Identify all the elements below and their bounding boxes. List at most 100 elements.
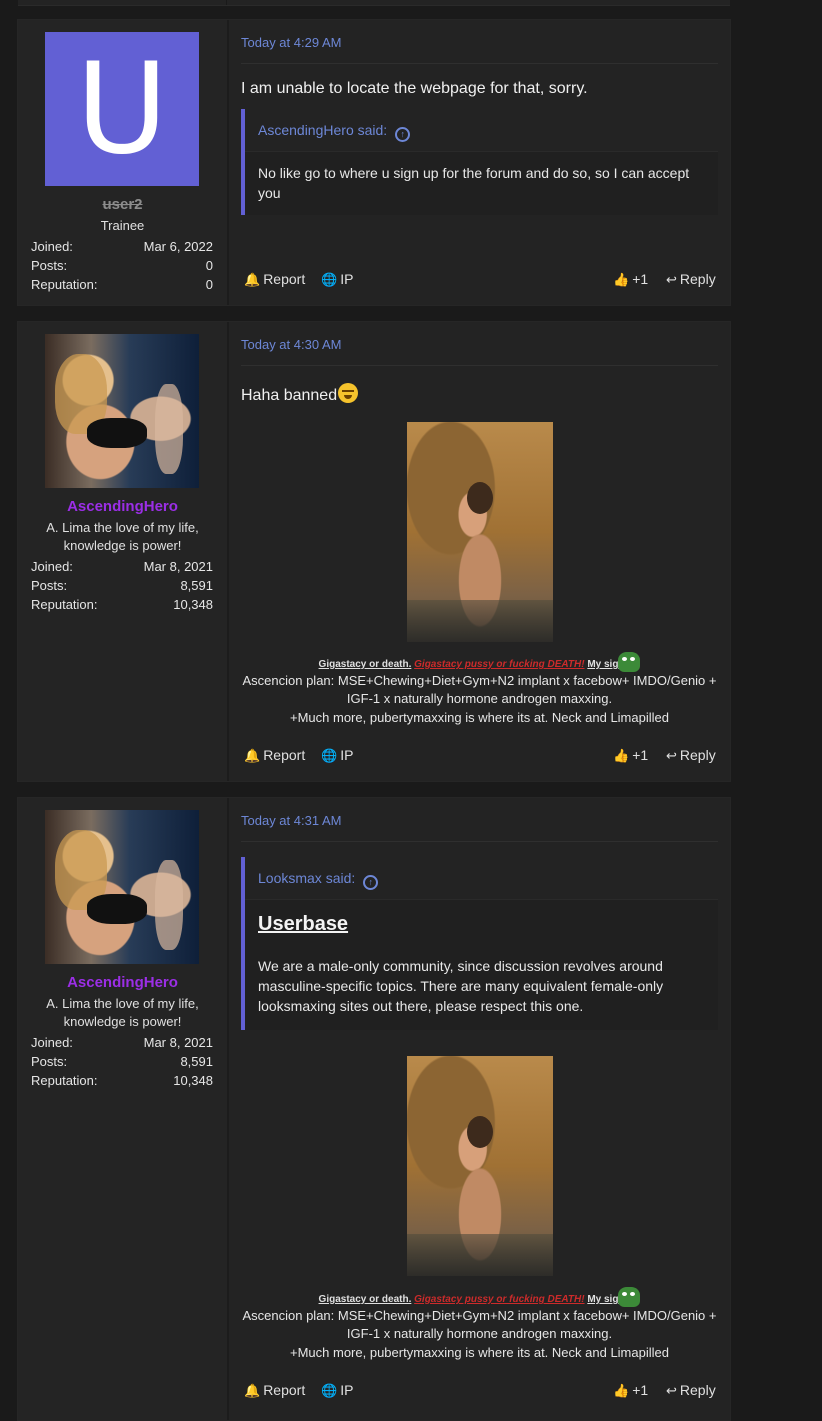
signature-link[interactable]: My sig [587,659,618,670]
signature-image[interactable] [407,422,553,642]
signature-image[interactable] [407,1056,553,1276]
previous-post-edge [18,0,730,6]
user-title: A. Lima the love of my life, knowledge i… [46,996,199,1029]
message-panel: Today at 4:31 AM Looksmax said: ↑ Userbas… [229,798,730,1420]
post-date-link[interactable]: Today at 4:31 AM [241,813,341,828]
message-panel: Today at 4:29 AM I am unable to locate t… [229,20,730,305]
ip-label: IP [340,271,354,287]
stat-value: Mar 8, 2021 [143,1035,213,1050]
stat-value: 8,591 [180,578,213,593]
like-count: +1 [632,747,649,763]
signature-note: +Much more, pubertymaxxing is where its … [290,710,669,725]
reply-label: Reply [679,1382,716,1398]
username[interactable]: AscendingHero [18,498,227,515]
stat-label: Joined: [31,239,73,254]
quote-author: AscendingHero said: [258,122,388,138]
user-stats: Joined: Mar 8, 2021 Posts: 8,591 Reputatio… [31,559,213,616]
reply-icon: ↩ [666,272,677,287]
stat-label: Joined: [31,1035,73,1050]
quote-text: No like go to where u sign up for the fo… [258,165,690,201]
report-label: Report [263,747,306,763]
ip-button[interactable]: 🌐 IP [321,747,353,764]
post-actions: 🔔 Report 🌐 IP 👍 +1 ↩ Reply [241,271,718,291]
ip-label: IP [340,1382,354,1398]
quote-author-link[interactable]: Looksmax said: ↑ [245,857,718,900]
user-info-panel: AscendingHero A. Lima the love of my lif… [18,798,229,1420]
laughing-crying-emoji-icon [338,383,359,403]
pepe-icon [618,652,641,672]
stat-label: Reputation: [31,277,98,292]
signature-link[interactable]: My sig [587,1294,618,1305]
stat-value: Mar 6, 2022 [143,239,213,254]
reply-button[interactable]: ↩ Reply [666,271,716,288]
bell-icon: 🔔 [244,272,261,287]
user-info-panel: AscendingHero A. Lima the love of my lif… [18,322,229,781]
thumbs-up-icon: 👍 [613,1383,630,1398]
post: U user2 Trainee Joined: Mar 6, 2022 Posts… [17,19,731,306]
user-stats: Joined: Mar 8, 2021 Posts: 8,591 Reputatio… [31,1035,213,1092]
avatar[interactable] [45,334,199,488]
globe-icon: 🌐 [321,1383,338,1398]
thumbs-up-icon: 👍 [613,748,630,763]
like-button[interactable]: 👍 +1 [613,1382,648,1399]
stat-label: Joined: [31,559,73,574]
user-title: A. Lima the love of my life, knowledge i… [46,520,199,553]
stat-value: 0 [205,277,213,292]
stat-label: Reputation: [31,597,98,612]
stat-label: Posts: [31,578,68,593]
signature-link-red[interactable]: Gigastacy pussy or fucking DEATH! [414,659,584,670]
arrow-up-circle-icon[interactable]: ↑ [363,875,379,890]
signature-line: Gigastacy or death. Gigastacy pussy or f… [229,652,730,672]
signature-plan: Ascencion plan: MSE+Chewing+Diet+Gym+N2 … [242,673,717,706]
stat-label: Reputation: [31,1073,98,1088]
report-label: Report [263,271,306,287]
quote-author-link[interactable]: AscendingHero said: ↑ [245,109,718,152]
username[interactable]: AscendingHero [18,974,227,991]
user-stats: Joined: Mar 6, 2022 Posts: 0 Reputation: 0 [31,239,213,296]
post: AscendingHero A. Lima the love of my lif… [17,797,731,1421]
reply-button[interactable]: ↩ Reply [666,1382,716,1399]
post-actions: 🔔 Report 🌐 IP 👍 +1 ↩ Reply [241,1382,718,1402]
reply-icon: ↩ [666,1383,677,1398]
signature-note: +Much more, pubertymaxxing is where its … [290,1345,669,1360]
divider [241,365,718,366]
username[interactable]: user2 [18,196,227,213]
stat-label: Posts: [31,258,68,273]
ip-button[interactable]: 🌐 IP [321,271,353,288]
avatar[interactable] [45,810,199,964]
bell-icon: 🔔 [244,748,261,763]
quote-content: Userbase We are a male-only community, s… [245,900,718,1016]
post-date-link[interactable]: Today at 4:29 AM [241,35,341,50]
reply-icon: ↩ [666,748,677,763]
signature-line: Gigastacy or death. Gigastacy pussy or f… [229,1287,730,1307]
stat-value: 0 [205,258,213,273]
report-button[interactable]: 🔔 Report [244,1382,305,1399]
signature-link-red[interactable]: Gigastacy pussy or fucking DEATH! [414,1294,584,1305]
pepe-icon [618,1287,641,1307]
stat-value: Mar 8, 2021 [143,559,213,574]
ip-button[interactable]: 🌐 IP [321,1382,353,1399]
arrow-up-circle-icon[interactable]: ↑ [395,127,411,142]
signature-plan: Ascencion plan: MSE+Chewing+Diet+Gym+N2 … [242,1308,717,1341]
report-button[interactable]: 🔔 Report [244,747,305,764]
quote-author: Looksmax said: [258,870,356,886]
reply-label: Reply [679,271,716,287]
reply-button[interactable]: ↩ Reply [666,747,716,764]
post-text: Haha banned [241,383,359,405]
like-button[interactable]: 👍 +1 [613,747,648,764]
like-button[interactable]: 👍 +1 [613,271,648,288]
post: AscendingHero A. Lima the love of my lif… [17,321,731,782]
report-button[interactable]: 🔔 Report [244,271,305,288]
globe-icon: 🌐 [321,748,338,763]
globe-icon: 🌐 [321,272,338,287]
signature-link[interactable]: Gigastacy or death. [319,1294,412,1305]
post-date-link[interactable]: Today at 4:30 AM [241,337,341,352]
stat-value: 10,348 [173,1073,213,1088]
quote-heading: Userbase [258,913,349,935]
stat-label: Posts: [31,1054,68,1069]
signature-link[interactable]: Gigastacy or death. [319,659,412,670]
thumbs-up-icon: 👍 [613,272,630,287]
divider [241,841,718,842]
report-label: Report [263,1382,306,1398]
avatar[interactable]: U [45,32,199,186]
